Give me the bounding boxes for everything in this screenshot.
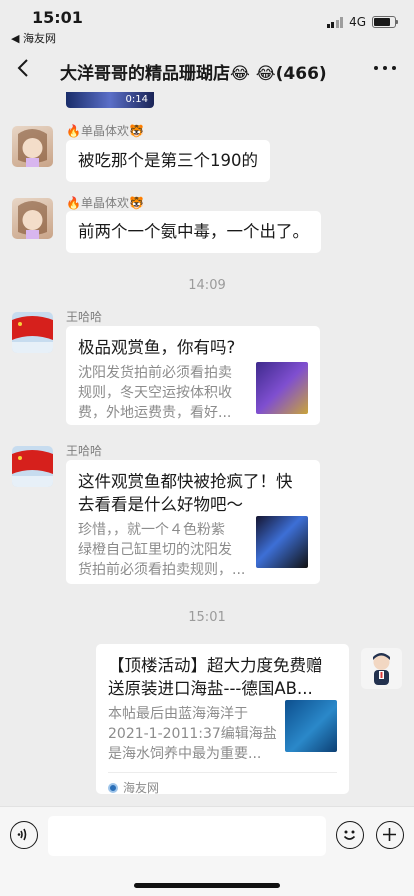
sender-name: 🔥单晶体欢🐯	[66, 124, 144, 138]
status-time: 15:01	[32, 8, 83, 27]
chat-title: 大洋哥哥的精品珊瑚店😂 😂(466)	[60, 64, 327, 84]
sender-name: 🔥单晶体欢🐯	[66, 196, 144, 210]
avatar[interactable]	[12, 446, 53, 487]
card-thumbnail	[285, 700, 337, 752]
avatar[interactable]	[361, 648, 402, 689]
message-bubble[interactable]: 前两个一个氨中毒，一个出了。	[66, 211, 321, 253]
card-title: 【顶楼活动】超大力度免费赠 送原装进口海盐---德国AB...	[108, 656, 323, 698]
card-description: 珍惜，，就一个４色粉紫 绿橙自己缸里切的沈阳发 货拍前必须看拍卖规则，...	[78, 522, 246, 578]
card-thumbnail	[256, 516, 308, 568]
card-thumbnail	[256, 362, 308, 414]
more-functions-icon[interactable]	[376, 821, 404, 849]
avatar[interactable]	[12, 312, 53, 353]
card-description: 本帖最后由蓝海海洋于 2021-1-2011:37编辑海盐 是海水饲养中最为重要…	[108, 706, 277, 762]
timestamp: 14:09	[188, 278, 226, 293]
avatar[interactable]	[12, 126, 53, 167]
link-card[interactable]: 【顶楼活动】超大力度免费赠 送原装进口海盐---德国AB... 本帖最后由蓝海海…	[96, 644, 349, 796]
source-logo-icon	[108, 782, 118, 793]
voice-input-icon[interactable]	[10, 821, 38, 849]
signal-icon	[326, 16, 344, 28]
sender-name: 王哈哈	[66, 444, 103, 458]
video-duration: 0:14	[125, 94, 148, 105]
card-source: 海友网	[108, 772, 337, 796]
avatar[interactable]	[12, 198, 53, 239]
chat-header: 大洋哥哥的精品珊瑚店😂 😂(466)	[0, 44, 414, 96]
card-title: 极品观赏鱼，你有吗?	[78, 338, 236, 357]
more-options-icon[interactable]	[374, 56, 396, 80]
shared-card[interactable]: 这件观赏鱼都快被抢疯了！快 去看看是什么好物吧～ 珍惜，，就一个４色粉紫 绿橙自…	[66, 460, 320, 584]
back-arrow-icon[interactable]	[12, 56, 36, 80]
battery-icon	[372, 16, 398, 28]
message-bubble[interactable]: 被吃那个是第三个190的	[66, 140, 270, 182]
status-indicators: 4G	[326, 15, 398, 29]
network-type: 4G	[349, 15, 366, 29]
shared-card[interactable]: 极品观赏鱼，你有吗? 沈阳发货拍前必须看拍卖 规则，冬天空运按体积收 费，外地运…	[66, 326, 320, 425]
sender-name: 王哈哈	[66, 310, 103, 324]
card-title: 这件观赏鱼都快被抢疯了！快 去看看是什么好物吧～	[78, 472, 293, 514]
video-message[interactable]: 0:14	[66, 92, 154, 108]
home-indicator[interactable]	[134, 883, 280, 888]
emoji-icon[interactable]	[336, 821, 364, 849]
chat-area[interactable]: 0:14 🔥单晶体欢🐯 被吃那个是第三个190的 🔥单晶体欢🐯 前两个一个氨中毒…	[0, 92, 414, 806]
status-bar: 15:01 ◀ 海友网 4G	[0, 0, 414, 45]
message-input[interactable]	[48, 816, 326, 856]
timestamp: 15:01	[188, 610, 226, 625]
